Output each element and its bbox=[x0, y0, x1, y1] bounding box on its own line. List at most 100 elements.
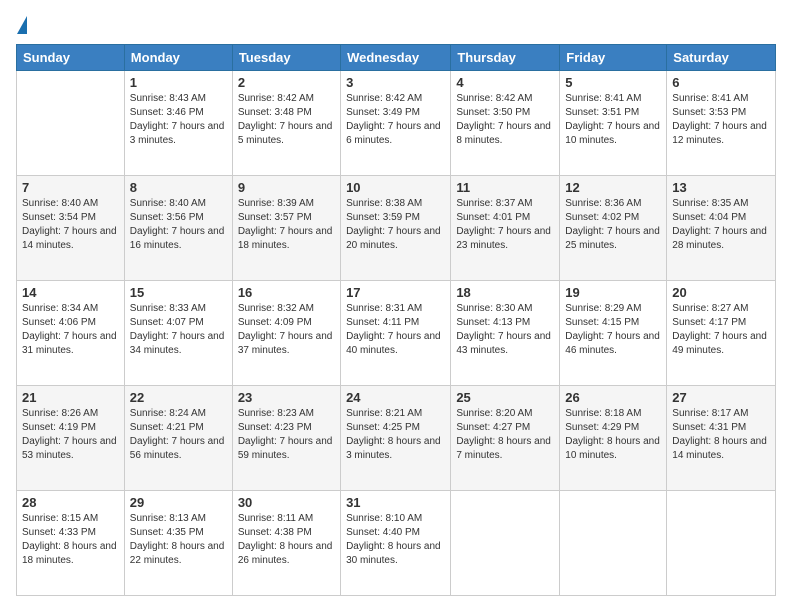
logo-triangle-icon bbox=[17, 16, 27, 34]
day-info: Sunrise: 8:17 AMSunset: 4:31 PMDaylight:… bbox=[672, 407, 770, 463]
day-number: 11 bbox=[456, 180, 554, 195]
page: SundayMondayTuesdayWednesdayThursdayFrid… bbox=[0, 0, 792, 612]
calendar-cell: 3 Sunrise: 8:42 AMSunset: 3:49 PMDaylight… bbox=[341, 71, 451, 176]
calendar-table: SundayMondayTuesdayWednesdayThursdayFrid… bbox=[16, 44, 776, 596]
day-number: 24 bbox=[346, 390, 445, 405]
calendar-cell: 5 Sunrise: 8:41 AMSunset: 3:51 PMDaylight… bbox=[560, 71, 667, 176]
day-info: Sunrise: 8:10 AMSunset: 4:40 PMDaylight:… bbox=[346, 512, 445, 568]
day-number: 2 bbox=[238, 75, 335, 90]
day-info: Sunrise: 8:39 AMSunset: 3:57 PMDaylight:… bbox=[238, 197, 335, 253]
day-number: 20 bbox=[672, 285, 770, 300]
calendar-week-row: 28 Sunrise: 8:15 AMSunset: 4:33 PMDayligh… bbox=[17, 491, 776, 596]
calendar-body: 1 Sunrise: 8:43 AMSunset: 3:46 PMDaylight… bbox=[17, 71, 776, 596]
day-info: Sunrise: 8:38 AMSunset: 3:59 PMDaylight:… bbox=[346, 197, 445, 253]
calendar-cell: 21Sunrise: 8:26 AMSunset: 4:19 PMDayligh… bbox=[17, 386, 125, 491]
day-info: Sunrise: 8:13 AMSunset: 4:35 PMDaylight:… bbox=[130, 512, 227, 568]
calendar-cell: 20 Sunrise: 8:27 AMSunset: 4:17 PMDayligh… bbox=[667, 281, 776, 386]
day-number: 25 bbox=[456, 390, 554, 405]
day-info: Sunrise: 8:29 AMSunset: 4:15 PMDaylight:… bbox=[565, 302, 661, 358]
calendar-week-row: 7Sunrise: 8:40 AMSunset: 3:54 PMDaylight… bbox=[17, 176, 776, 281]
weekday-header-sunday: Sunday bbox=[17, 45, 125, 71]
calendar-cell bbox=[17, 71, 125, 176]
calendar-cell: 15Sunrise: 8:33 AMSunset: 4:07 PMDayligh… bbox=[124, 281, 232, 386]
calendar-cell: 22 Sunrise: 8:24 AMSunset: 4:21 PMDayligh… bbox=[124, 386, 232, 491]
calendar-header: SundayMondayTuesdayWednesdayThursdayFrid… bbox=[17, 45, 776, 71]
calendar-cell: 13Sunrise: 8:35 AMSunset: 4:04 PMDayligh… bbox=[667, 176, 776, 281]
calendar-cell: 28 Sunrise: 8:15 AMSunset: 4:33 PMDayligh… bbox=[17, 491, 125, 596]
day-number: 12 bbox=[565, 180, 661, 195]
day-info: Sunrise: 8:18 AMSunset: 4:29 PMDaylight:… bbox=[565, 407, 661, 463]
day-info: Sunrise: 8:34 AMSunset: 4:06 PMDaylight:… bbox=[22, 302, 119, 358]
day-number: 23 bbox=[238, 390, 335, 405]
calendar-cell: 31 Sunrise: 8:10 AMSunset: 4:40 PMDayligh… bbox=[341, 491, 451, 596]
calendar-cell: 27Sunrise: 8:17 AMSunset: 4:31 PMDayligh… bbox=[667, 386, 776, 491]
weekday-header-tuesday: Tuesday bbox=[232, 45, 340, 71]
weekday-header-wednesday: Wednesday bbox=[341, 45, 451, 71]
day-info: Sunrise: 8:40 AMSunset: 3:56 PMDaylight:… bbox=[130, 197, 227, 253]
calendar-cell: 7Sunrise: 8:40 AMSunset: 3:54 PMDaylight… bbox=[17, 176, 125, 281]
calendar-cell: 10Sunrise: 8:38 AMSunset: 3:59 PMDayligh… bbox=[341, 176, 451, 281]
day-number: 17 bbox=[346, 285, 445, 300]
day-info: Sunrise: 8:42 AMSunset: 3:50 PMDaylight:… bbox=[456, 92, 554, 148]
day-info: Sunrise: 8:43 AMSunset: 3:46 PMDaylight:… bbox=[130, 92, 227, 148]
day-info: Sunrise: 8:37 AMSunset: 4:01 PMDaylight:… bbox=[456, 197, 554, 253]
day-number: 1 bbox=[130, 75, 227, 90]
weekday-header-row: SundayMondayTuesdayWednesdayThursdayFrid… bbox=[17, 45, 776, 71]
calendar-cell: 29Sunrise: 8:13 AMSunset: 4:35 PMDayligh… bbox=[124, 491, 232, 596]
weekday-header-friday: Friday bbox=[560, 45, 667, 71]
calendar-cell: 19Sunrise: 8:29 AMSunset: 4:15 PMDayligh… bbox=[560, 281, 667, 386]
calendar-cell: 30 Sunrise: 8:11 AMSunset: 4:38 PMDayligh… bbox=[232, 491, 340, 596]
day-number: 31 bbox=[346, 495, 445, 510]
day-info: Sunrise: 8:42 AMSunset: 3:48 PMDaylight:… bbox=[238, 92, 335, 148]
day-number: 15 bbox=[130, 285, 227, 300]
day-number: 8 bbox=[130, 180, 227, 195]
calendar-cell: 12 Sunrise: 8:36 AMSunset: 4:02 PMDayligh… bbox=[560, 176, 667, 281]
calendar-cell: 1 Sunrise: 8:43 AMSunset: 3:46 PMDaylight… bbox=[124, 71, 232, 176]
day-info: Sunrise: 8:31 AMSunset: 4:11 PMDaylight:… bbox=[346, 302, 445, 358]
day-number: 30 bbox=[238, 495, 335, 510]
day-info: Sunrise: 8:32 AMSunset: 4:09 PMDaylight:… bbox=[238, 302, 335, 358]
day-number: 16 bbox=[238, 285, 335, 300]
calendar-cell: 18 Sunrise: 8:30 AMSunset: 4:13 PMDayligh… bbox=[451, 281, 560, 386]
calendar-week-row: 14 Sunrise: 8:34 AMSunset: 4:06 PMDayligh… bbox=[17, 281, 776, 386]
calendar-cell: 23 Sunrise: 8:23 AMSunset: 4:23 PMDayligh… bbox=[232, 386, 340, 491]
calendar-cell bbox=[451, 491, 560, 596]
day-info: Sunrise: 8:11 AMSunset: 4:38 PMDaylight:… bbox=[238, 512, 335, 568]
day-number: 26 bbox=[565, 390, 661, 405]
day-number: 18 bbox=[456, 285, 554, 300]
day-info: Sunrise: 8:42 AMSunset: 3:49 PMDaylight:… bbox=[346, 92, 445, 148]
calendar-cell bbox=[667, 491, 776, 596]
calendar-week-row: 1 Sunrise: 8:43 AMSunset: 3:46 PMDaylight… bbox=[17, 71, 776, 176]
calendar-week-row: 21Sunrise: 8:26 AMSunset: 4:19 PMDayligh… bbox=[17, 386, 776, 491]
day-number: 14 bbox=[22, 285, 119, 300]
calendar-cell: 14 Sunrise: 8:34 AMSunset: 4:06 PMDayligh… bbox=[17, 281, 125, 386]
header bbox=[16, 16, 776, 34]
calendar-cell: 26 Sunrise: 8:18 AMSunset: 4:29 PMDayligh… bbox=[560, 386, 667, 491]
calendar-cell: 17 Sunrise: 8:31 AMSunset: 4:11 PMDayligh… bbox=[341, 281, 451, 386]
day-info: Sunrise: 8:15 AMSunset: 4:33 PMDaylight:… bbox=[22, 512, 119, 568]
calendar-cell: 2 Sunrise: 8:42 AMSunset: 3:48 PMDaylight… bbox=[232, 71, 340, 176]
day-info: Sunrise: 8:41 AMSunset: 3:51 PMDaylight:… bbox=[565, 92, 661, 148]
day-info: Sunrise: 8:30 AMSunset: 4:13 PMDaylight:… bbox=[456, 302, 554, 358]
day-info: Sunrise: 8:24 AMSunset: 4:21 PMDaylight:… bbox=[130, 407, 227, 463]
day-number: 3 bbox=[346, 75, 445, 90]
day-number: 22 bbox=[130, 390, 227, 405]
calendar-cell: 9Sunrise: 8:39 AMSunset: 3:57 PMDaylight… bbox=[232, 176, 340, 281]
calendar-cell: 4 Sunrise: 8:42 AMSunset: 3:50 PMDaylight… bbox=[451, 71, 560, 176]
day-info: Sunrise: 8:20 AMSunset: 4:27 PMDaylight:… bbox=[456, 407, 554, 463]
day-info: Sunrise: 8:26 AMSunset: 4:19 PMDaylight:… bbox=[22, 407, 119, 463]
day-info: Sunrise: 8:35 AMSunset: 4:04 PMDaylight:… bbox=[672, 197, 770, 253]
day-number: 4 bbox=[456, 75, 554, 90]
weekday-header-thursday: Thursday bbox=[451, 45, 560, 71]
day-info: Sunrise: 8:23 AMSunset: 4:23 PMDaylight:… bbox=[238, 407, 335, 463]
calendar-cell bbox=[560, 491, 667, 596]
day-info: Sunrise: 8:27 AMSunset: 4:17 PMDaylight:… bbox=[672, 302, 770, 358]
weekday-header-saturday: Saturday bbox=[667, 45, 776, 71]
day-info: Sunrise: 8:41 AMSunset: 3:53 PMDaylight:… bbox=[672, 92, 770, 148]
day-number: 5 bbox=[565, 75, 661, 90]
day-info: Sunrise: 8:36 AMSunset: 4:02 PMDaylight:… bbox=[565, 197, 661, 253]
day-info: Sunrise: 8:40 AMSunset: 3:54 PMDaylight:… bbox=[22, 197, 119, 253]
calendar-cell: 6Sunrise: 8:41 AMSunset: 3:53 PMDaylight… bbox=[667, 71, 776, 176]
calendar-cell: 16 Sunrise: 8:32 AMSunset: 4:09 PMDayligh… bbox=[232, 281, 340, 386]
day-number: 28 bbox=[22, 495, 119, 510]
